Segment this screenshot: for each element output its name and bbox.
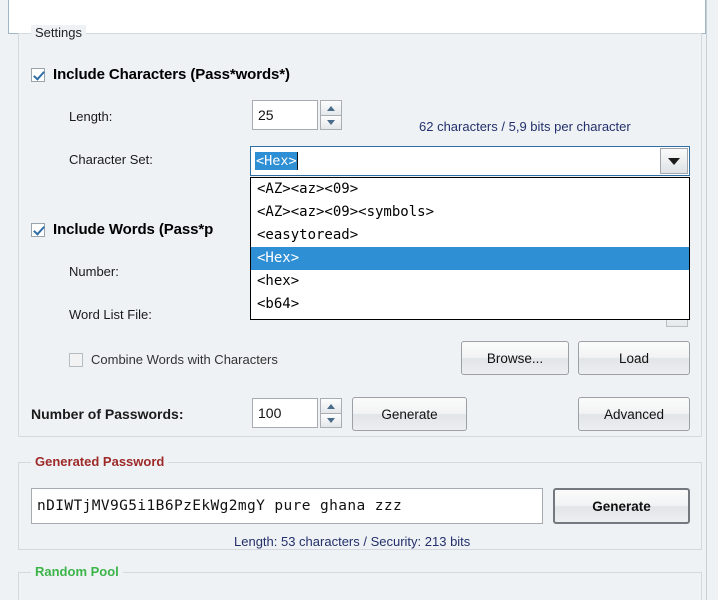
combine-words-checkbox[interactable] bbox=[69, 352, 83, 367]
include-words-checkbox-row[interactable]: Include Words (Pass*p bbox=[31, 221, 213, 238]
dropdown-option[interactable]: <hex> bbox=[251, 270, 689, 293]
triangle-up-icon bbox=[327, 403, 335, 409]
triangle-down-icon bbox=[327, 418, 335, 423]
password-status-text: Length: 53 characters / Security: 213 bi… bbox=[234, 534, 471, 549]
password-generator-window: Settings Include Characters (Pass*words*… bbox=[0, 0, 718, 600]
random-pool-group-title: Random Pool bbox=[31, 564, 123, 579]
combine-words-label: Combine Words with Characters bbox=[91, 352, 278, 367]
charset-info-text: 62 characters / 5,9 bits per character bbox=[419, 119, 631, 134]
generated-password-input[interactable]: nDIWTjMV9G5i1B6PzEkWg2mgY pure ghana zzz bbox=[31, 488, 543, 524]
chevron-down-icon bbox=[668, 157, 680, 165]
top-panel bbox=[8, 0, 706, 34]
right-edge-divider bbox=[706, 0, 718, 600]
passwords-spinner-up[interactable] bbox=[320, 398, 342, 413]
browse-button[interactable]: Browse... bbox=[461, 341, 569, 375]
combine-words-checkbox-row[interactable]: Combine Words with Characters bbox=[69, 352, 278, 367]
character-set-dropdown-list[interactable]: <AZ><az><09> <AZ><az><09><symbols> <easyto… bbox=[250, 177, 690, 320]
character-set-label: Character Set: bbox=[69, 152, 153, 167]
include-characters-label: Include Characters (Pass*words*) bbox=[53, 66, 290, 83]
include-characters-checkbox[interactable] bbox=[31, 67, 45, 82]
dropdown-option[interactable]: <AZ><az><09><symbols> bbox=[251, 201, 689, 224]
include-words-checkbox[interactable] bbox=[31, 222, 45, 237]
character-set-value-wrap: <Hex> bbox=[251, 152, 659, 170]
word-list-file-label: Word List File: bbox=[69, 307, 152, 322]
passwords-spinner-down[interactable] bbox=[320, 413, 342, 428]
number-of-passwords-label: Number of Passwords: bbox=[31, 406, 184, 422]
length-label: Length: bbox=[69, 109, 113, 124]
number-of-passwords-spinner[interactable] bbox=[320, 398, 342, 428]
length-input[interactable]: 25 bbox=[252, 100, 318, 130]
triangle-down-icon bbox=[327, 120, 335, 125]
length-spinner-down[interactable] bbox=[320, 115, 342, 130]
dropdown-option[interactable]: <b64> bbox=[251, 293, 689, 316]
dropdown-option[interactable]: <easytoread> bbox=[251, 224, 689, 247]
include-characters-checkbox-row[interactable]: Include Characters (Pass*words*) bbox=[31, 66, 290, 83]
character-set-dropdown-button[interactable] bbox=[660, 148, 688, 174]
include-words-label: Include Words (Pass*p bbox=[53, 221, 214, 238]
generate-button-settings[interactable]: Generate bbox=[352, 397, 467, 431]
dropdown-option[interactable]: <Hex> bbox=[251, 247, 689, 270]
character-set-combobox[interactable]: <Hex> bbox=[250, 146, 690, 176]
advanced-button[interactable]: Advanced bbox=[578, 397, 690, 431]
generate-password-button[interactable]: Generate bbox=[553, 488, 690, 524]
number-label: Number: bbox=[69, 264, 119, 279]
length-spinner[interactable] bbox=[320, 100, 342, 130]
dropdown-option[interactable]: <AZ><az><09> bbox=[251, 178, 689, 201]
number-of-passwords-input[interactable]: 100 bbox=[252, 398, 318, 428]
length-spinner-up[interactable] bbox=[320, 100, 342, 115]
settings-group-title: Settings bbox=[31, 25, 86, 40]
character-set-selected-value: <Hex> bbox=[255, 152, 298, 170]
triangle-up-icon bbox=[327, 105, 335, 111]
load-button[interactable]: Load bbox=[578, 341, 690, 375]
generated-password-group-title: Generated Password bbox=[31, 454, 169, 469]
random-pool-group: Random Pool bbox=[18, 564, 702, 600]
